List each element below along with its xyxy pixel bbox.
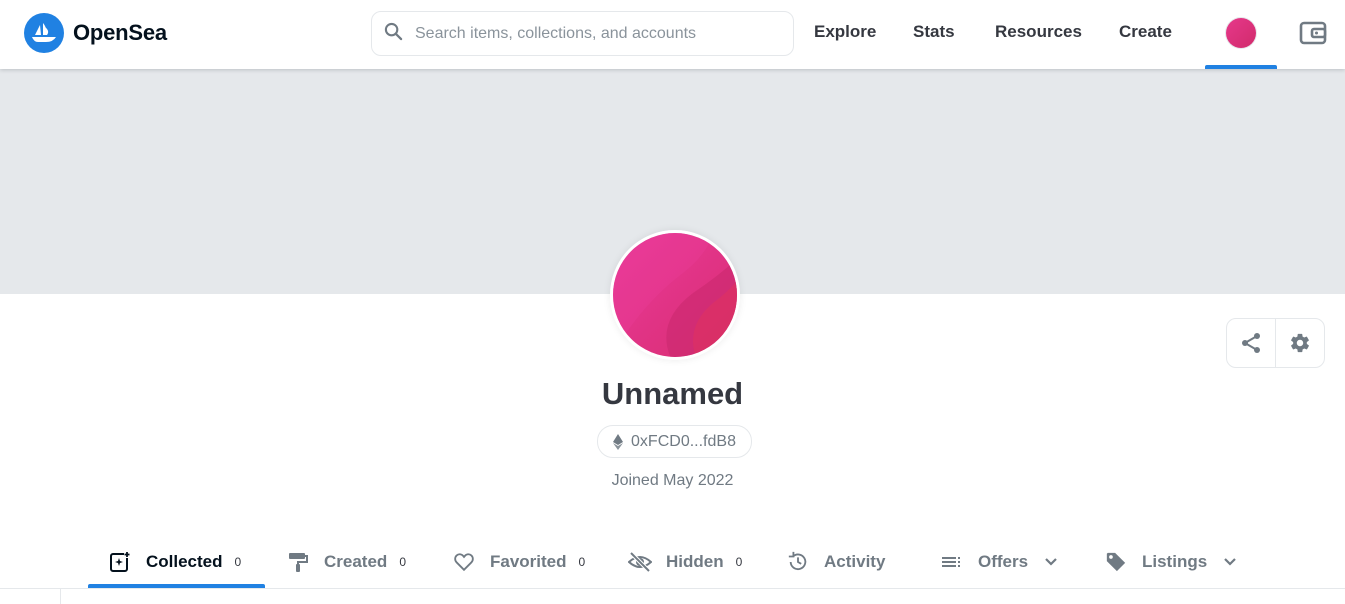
wallet-address: 0xFCD0...fdB8 <box>631 432 736 450</box>
search-icon <box>384 22 403 46</box>
tab-offers-label: Offers <box>978 551 1029 571</box>
chevron-down-icon <box>1223 557 1237 567</box>
tab-favorited-label: Favorited <box>490 551 567 571</box>
brand-name: OpenSea <box>73 20 167 45</box>
nav-explore[interactable]: Explore <box>814 22 876 42</box>
paint-roller-icon <box>286 550 310 574</box>
tag-icon <box>1104 550 1128 574</box>
joined-date: Joined May 2022 <box>611 472 734 489</box>
nav-active-indicator <box>1205 65 1277 69</box>
settings-button[interactable] <box>1275 319 1324 367</box>
tab-collected-label: Collected <box>146 551 223 571</box>
tab-listings-label: Listings <box>1142 551 1208 571</box>
wallet-address-button[interactable]: 0xFCD0...fdB8 <box>597 425 752 458</box>
ethereum-icon <box>613 433 624 450</box>
tabs-divider <box>0 588 1345 589</box>
tab-activity[interactable]: Activity <box>786 535 885 588</box>
share-button[interactable] <box>1227 319 1275 367</box>
search-input[interactable] <box>415 24 775 43</box>
chevron-down-icon <box>1044 557 1058 567</box>
nav-create[interactable]: Create <box>1119 22 1172 42</box>
search-box[interactable] <box>371 11 794 56</box>
tab-created-count: 0 <box>399 554 406 569</box>
profile-name: Unnamed <box>601 376 744 411</box>
list-icon <box>940 550 964 574</box>
history-icon <box>786 550 810 574</box>
heart-icon <box>452 550 476 574</box>
tab-hidden-count: 0 <box>735 554 743 569</box>
tab-created-label: Created <box>324 551 388 571</box>
profile-actions <box>1226 318 1325 368</box>
tab-listings[interactable]: Listings <box>1104 535 1237 588</box>
nav-resources[interactable]: Resources <box>995 22 1082 42</box>
collected-icon <box>108 550 132 574</box>
tab-activity-label: Activity <box>824 551 886 571</box>
tab-created[interactable]: Created 0 <box>286 535 406 588</box>
profile-avatar-icon[interactable] <box>1226 18 1256 48</box>
profile-picture[interactable] <box>610 230 740 360</box>
tab-offers[interactable]: Offers <box>940 535 1058 588</box>
tab-favorited[interactable]: Favorited 0 <box>452 535 585 588</box>
eye-off-icon <box>628 550 652 574</box>
share-icon <box>1242 333 1260 353</box>
sidebar-divider <box>60 589 61 604</box>
opensea-logo-icon <box>24 13 64 53</box>
nav-stats[interactable]: Stats <box>913 22 955 42</box>
tab-favorited-count: 0 <box>578 554 586 569</box>
top-navbar: OpenSea Explore Stats Resources Create <box>0 0 1345 69</box>
tab-collected-count: 0 <box>234 554 242 569</box>
tab-hidden-label: Hidden <box>666 551 724 571</box>
wallet-icon[interactable] <box>1299 19 1327 47</box>
opensea-home-link[interactable]: OpenSea <box>24 13 167 53</box>
gear-icon <box>1291 333 1309 353</box>
tab-collected[interactable]: Collected 0 <box>108 535 241 588</box>
tab-hidden[interactable]: Hidden 0 <box>628 535 742 588</box>
